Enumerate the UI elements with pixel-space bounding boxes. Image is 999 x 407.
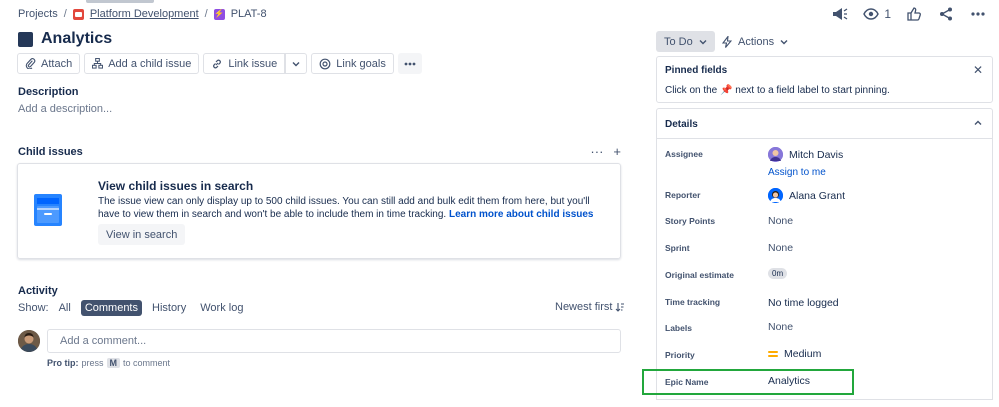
details-panel: Details Assignee Mitch Davis Assign to m… <box>656 108 993 400</box>
breadcrumb-separator: / <box>204 8 208 20</box>
add-child-issue-button[interactable]: Add a child issue <box>84 53 200 74</box>
close-icon[interactable]: ✕ <box>973 63 983 77</box>
original-estimate-value[interactable]: 0m <box>768 268 788 279</box>
time-tracking-value[interactable]: No time logged <box>768 297 839 309</box>
breadcrumb-separator: / <box>63 8 67 20</box>
pinned-fields-hint: Click on the 📌 next to a field label to … <box>665 85 890 96</box>
child-panel-text: The issue view can only display up to 50… <box>98 196 594 220</box>
child-more-icon[interactable]: ··· <box>590 144 603 159</box>
filter-history[interactable]: History <box>148 300 190 316</box>
sort-icon <box>616 303 625 312</box>
watch-button[interactable]: 1 <box>863 7 891 21</box>
sort-order-button[interactable]: Newest first <box>555 301 625 313</box>
details-title[interactable]: Details <box>665 119 698 130</box>
reporter-value[interactable]: Alana Grant <box>768 188 845 203</box>
view-in-search-button[interactable]: View in search <box>98 224 186 245</box>
reporter-avatar <box>768 188 783 203</box>
labels-value[interactable]: None <box>768 321 793 333</box>
child-add-icon[interactable]: + <box>613 144 621 159</box>
breadcrumb-project[interactable]: Platform Development <box>90 8 199 20</box>
pro-tip: Pro tip: press M to comment <box>47 358 171 368</box>
chevron-up-icon[interactable] <box>974 117 982 129</box>
issue-header-actions: 1 <box>831 5 987 23</box>
issue-title-row: Analytics <box>18 30 112 48</box>
share-icon[interactable] <box>937 5 955 23</box>
labels-label: Labels <box>665 323 692 333</box>
priority-value[interactable]: Medium <box>768 348 821 360</box>
assignee-label: Assignee <box>665 149 703 159</box>
story-points-value[interactable]: None <box>768 215 793 227</box>
link-options-dropdown[interactable] <box>285 53 308 74</box>
link-issue-button[interactable]: Link issue <box>203 53 286 74</box>
more-icon <box>404 62 416 65</box>
description-editor[interactable]: Add a description... <box>18 103 112 115</box>
paperclip-icon <box>25 58 36 69</box>
hierarchy-icon <box>92 58 104 69</box>
folder-icon <box>34 194 62 226</box>
project-icon <box>72 8 84 20</box>
lightning-icon <box>722 35 732 48</box>
filter-comments[interactable]: Comments <box>80 300 142 316</box>
eye-icon <box>863 8 880 20</box>
keyboard-shortcut-key: M <box>106 358 121 368</box>
filter-all[interactable]: All <box>55 300 75 316</box>
pinned-fields-title: Pinned fields <box>665 65 728 76</box>
breadcrumb: Projects / Platform Development / ⚡ PLAT… <box>18 7 267 21</box>
filter-work-log[interactable]: Work log <box>196 300 247 316</box>
issue-toolbar: Attach Add a child issue Link issue Link… <box>17 53 422 74</box>
learn-more-link[interactable]: Learn more about child issues <box>449 209 593 220</box>
reporter-label: Reporter <box>665 190 701 200</box>
chevron-down-icon <box>292 61 300 66</box>
link-goals-button[interactable]: Link goals <box>311 53 394 74</box>
description-label: Description <box>18 86 79 98</box>
time-tracking-label: Time tracking <box>665 297 721 307</box>
priority-label: Priority <box>665 350 695 360</box>
more-icon[interactable] <box>969 5 987 23</box>
priority-medium-icon <box>768 351 778 357</box>
top-scroll-indicator <box>86 0 154 3</box>
thumbs-up-icon[interactable] <box>905 5 923 23</box>
original-estimate-label: Original estimate <box>665 270 734 280</box>
issue-type-icon <box>18 31 33 47</box>
issue-title[interactable]: Analytics <box>41 30 112 48</box>
epic-icon: ⚡ <box>213 8 225 20</box>
activity-label: Activity <box>18 285 58 297</box>
watch-count: 1 <box>884 7 891 21</box>
sprint-value[interactable]: None <box>768 242 793 254</box>
details-divider <box>657 138 992 139</box>
child-issues-panel: View child issues in search The issue vi… <box>17 163 621 259</box>
comment-input[interactable]: Add a comment... <box>47 329 621 353</box>
child-issues-header: Child issues ··· + <box>18 144 621 159</box>
story-points-label: Story Points <box>665 216 716 226</box>
show-label: Show: <box>18 302 49 314</box>
sprint-label: Sprint <box>665 243 690 253</box>
more-actions-button[interactable] <box>397 53 422 74</box>
chevron-down-icon <box>780 39 788 44</box>
status-dropdown[interactable]: To Do <box>656 31 715 52</box>
assignee-avatar <box>768 147 783 162</box>
actions-dropdown[interactable]: Actions <box>722 31 788 52</box>
megaphone-icon[interactable] <box>831 5 849 23</box>
current-user-avatar <box>18 330 40 352</box>
child-issues-label: Child issues <box>18 145 83 158</box>
child-panel-title: View child issues in search <box>98 179 254 193</box>
pinned-fields-panel: Pinned fields ✕ Click on the 📌 next to a… <box>656 56 993 103</box>
chevron-down-icon <box>699 39 707 44</box>
attach-button[interactable]: Attach <box>17 53 81 74</box>
pin-icon: 📌 <box>720 85 733 96</box>
activity-filters: Show: All Comments History Work log <box>18 300 247 316</box>
link-icon <box>213 59 222 68</box>
epic-name-highlight <box>642 369 854 395</box>
assignee-value[interactable]: Mitch Davis <box>768 147 843 162</box>
breadcrumb-projects[interactable]: Projects <box>18 8 58 20</box>
assign-to-me-link[interactable]: Assign to me <box>768 167 826 178</box>
target-icon <box>319 58 331 69</box>
breadcrumb-issue-key[interactable]: PLAT-8 <box>231 8 267 20</box>
